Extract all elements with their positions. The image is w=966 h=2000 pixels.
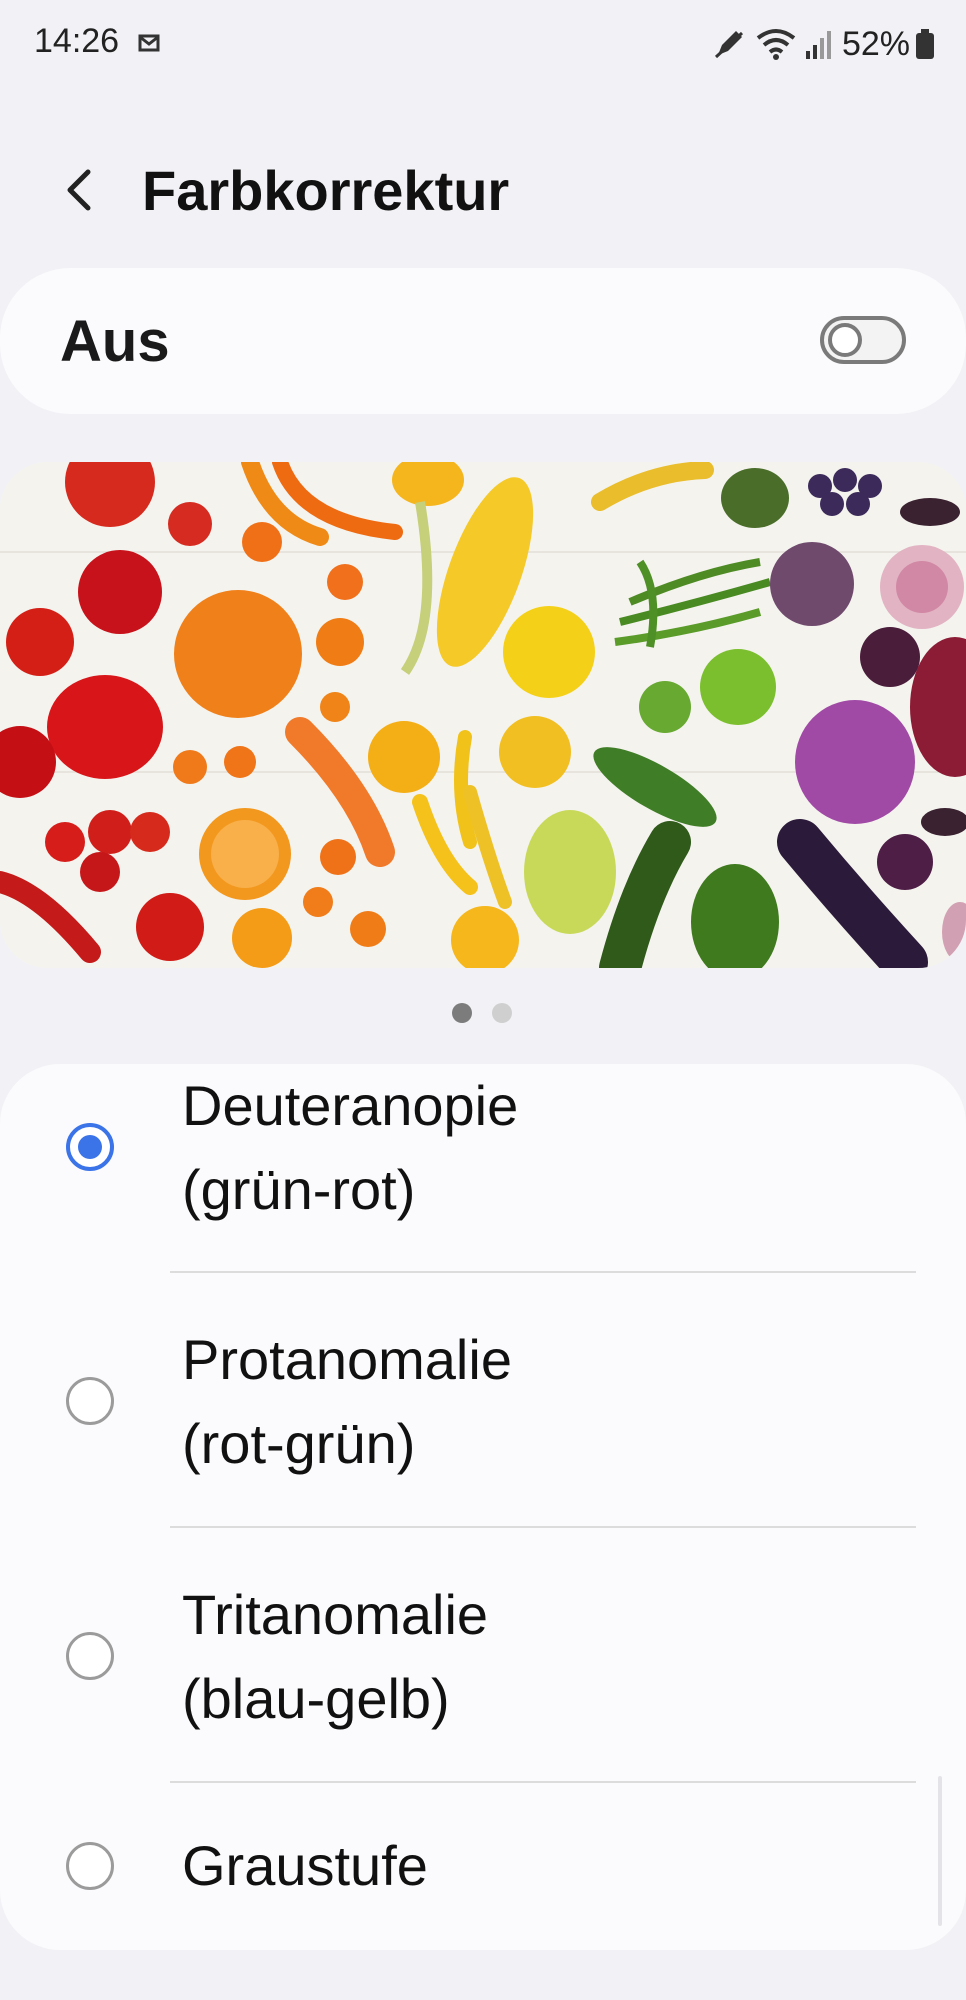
page-dot-2[interactable]	[492, 1003, 512, 1023]
app-header: Farbkorrektur	[0, 140, 966, 240]
option-label-line1: Protanomalie	[182, 1328, 512, 1391]
status-icons: 52%	[712, 22, 936, 66]
option-tritanomalie[interactable]: Tritanomalie (blau-gelb)	[0, 1529, 966, 1784]
option-label-line2: (rot-grün)	[182, 1412, 416, 1475]
master-toggle-switch[interactable]	[820, 316, 906, 364]
radio-deuteranopie[interactable]	[66, 1123, 114, 1171]
chevron-left-icon	[67, 169, 91, 211]
radio-graustufe[interactable]	[66, 1842, 114, 1890]
mail-icon	[138, 34, 160, 52]
preview-image[interactable]	[0, 462, 966, 968]
vegetables-illustration	[0, 462, 966, 968]
option-label-line1: Tritanomalie	[182, 1583, 489, 1646]
option-label: Graustufe	[182, 1824, 428, 1908]
option-protanomalie[interactable]: Protanomalie (rot-grün)	[0, 1274, 966, 1529]
scrollbar[interactable]	[938, 1776, 942, 1926]
option-deuteranopie[interactable]: Deuteranopie (grün-rot)	[0, 1064, 966, 1282]
option-label-line2: (blau-gelb)	[182, 1667, 450, 1730]
divider	[170, 1271, 916, 1273]
back-button[interactable]	[50, 160, 110, 220]
status-time: 14:26	[34, 22, 120, 60]
battery-icon	[916, 29, 934, 59]
option-label: Deuteranopie (grün-rot)	[182, 1064, 518, 1232]
radio-protanomalie[interactable]	[66, 1377, 114, 1425]
toggle-knob	[828, 323, 862, 357]
page-indicator	[452, 1003, 512, 1023]
option-label: Protanomalie (rot-grün)	[182, 1318, 512, 1486]
option-label-line1: Deuteranopie	[182, 1074, 519, 1137]
radio-tritanomalie[interactable]	[66, 1632, 114, 1680]
option-label: Tritanomalie (blau-gelb)	[182, 1573, 488, 1741]
status-bar: 14:26 52%	[0, 0, 966, 86]
master-switch-row[interactable]: Aus	[0, 268, 966, 414]
wifi-icon	[756, 29, 796, 60]
signal-icon	[805, 31, 831, 59]
option-label-line1: Graustufe	[182, 1834, 428, 1897]
divider	[170, 1781, 916, 1783]
page-dot-1[interactable]	[452, 1003, 472, 1023]
divider	[170, 1526, 916, 1528]
page-title: Farbkorrektur	[142, 159, 510, 222]
battery-percent: 52%	[841, 24, 910, 63]
master-switch-label: Aus	[60, 309, 170, 374]
option-label-line2: (grün-rot)	[182, 1158, 416, 1221]
pen-icon	[714, 31, 743, 59]
color-correction-options: Deuteranopie (grün-rot) Protanomalie (ro…	[0, 1064, 966, 1950]
option-graustufe[interactable]: Graustufe	[0, 1784, 966, 1950]
